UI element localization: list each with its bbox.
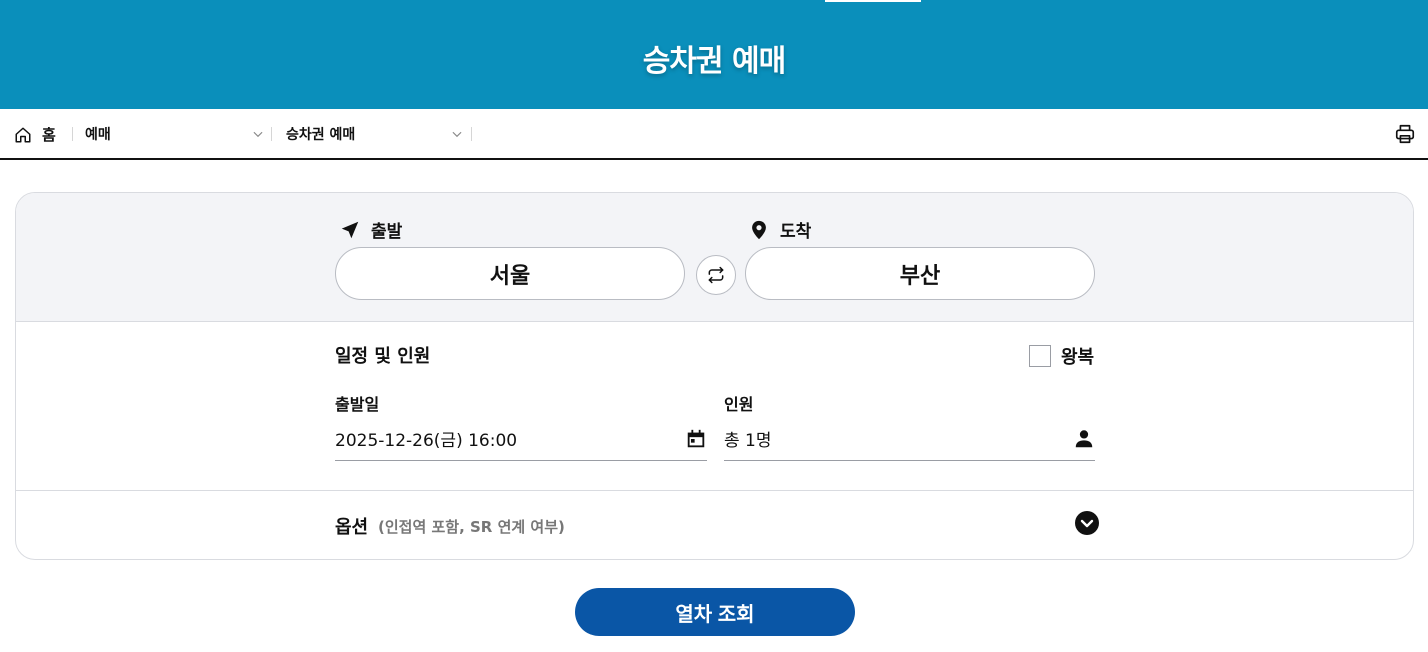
home-icon (15, 127, 31, 142)
person-icon (1075, 429, 1093, 447)
booking-form: 출발 도착 서울 부산 일정 및 인원 왕복 출발일 2025-12-26(금)… (15, 192, 1414, 560)
passenger-count-value: 총 1명 (724, 431, 772, 451)
departure-station-button[interactable]: 서울 (335, 247, 685, 300)
checkbox-box[interactable] (1029, 345, 1051, 367)
departure-label-text: 출발 (371, 222, 403, 242)
departure-label: 출발 (339, 217, 402, 242)
arrival-station-button[interactable]: 부산 (745, 247, 1095, 300)
breadcrumb-home-label: 홈 (42, 126, 56, 144)
breadcrumb-select-level2[interactable]: 승차권 예매 (286, 122, 464, 146)
passenger-count-field[interactable]: 총 1명 (724, 417, 1095, 461)
chevron-down-circle-icon[interactable] (1075, 511, 1099, 535)
swap-stations-button[interactable] (696, 255, 736, 295)
departure-date-label: 출발일 (335, 395, 380, 414)
roundtrip-checkbox[interactable]: 왕복 (1029, 343, 1094, 369)
breadcrumb-divider (271, 127, 272, 141)
search-trains-button[interactable]: 열차 조회 (575, 588, 855, 636)
departure-date-field[interactable]: 2025-12-26(금) 16:00 (335, 417, 707, 461)
breadcrumb: 홈 예매 승차권 예매 (0, 109, 1428, 160)
arrival-label-text: 도착 (780, 222, 812, 242)
active-tab-indicator (825, 0, 921, 2)
options-toggle[interactable]: 옵션 (인접역 포함, SR 연계 여부) (16, 491, 1413, 559)
schedule-title: 일정 및 인원 (335, 346, 431, 367)
roundtrip-label: 왕복 (1061, 347, 1095, 368)
departure-date-value: 2025-12-26(금) 16:00 (335, 431, 518, 451)
print-icon[interactable] (1394, 123, 1416, 145)
schedule-section: 일정 및 인원 왕복 출발일 2025-12-26(금) 16:00 인원 총 … (16, 322, 1413, 491)
options-hint: (인접역 포함, SR 연계 여부) (378, 518, 565, 536)
map-pin-icon (752, 220, 766, 239)
breadcrumb-level2-label: 승차권 예매 (286, 127, 356, 143)
arrival-label: 도착 (748, 217, 811, 242)
swap-icon (708, 266, 724, 284)
calendar-icon (687, 429, 705, 447)
chevron-down-icon (253, 131, 263, 138)
breadcrumb-divider (72, 127, 73, 141)
chevron-down-icon (452, 131, 462, 138)
breadcrumb-select-level1[interactable]: 예매 (85, 122, 265, 146)
page-header: 승차권 예매 (0, 0, 1428, 109)
breadcrumb-home[interactable]: 홈 (14, 124, 56, 145)
breadcrumb-level1-label: 예매 (85, 127, 111, 143)
options-label: 옵션 (335, 517, 369, 538)
route-section: 출발 도착 서울 부산 (16, 193, 1413, 322)
navigation-arrow-icon (341, 221, 359, 238)
page-title: 승차권 예매 (642, 44, 786, 79)
breadcrumb-divider (471, 127, 472, 141)
passenger-label: 인원 (724, 395, 754, 414)
